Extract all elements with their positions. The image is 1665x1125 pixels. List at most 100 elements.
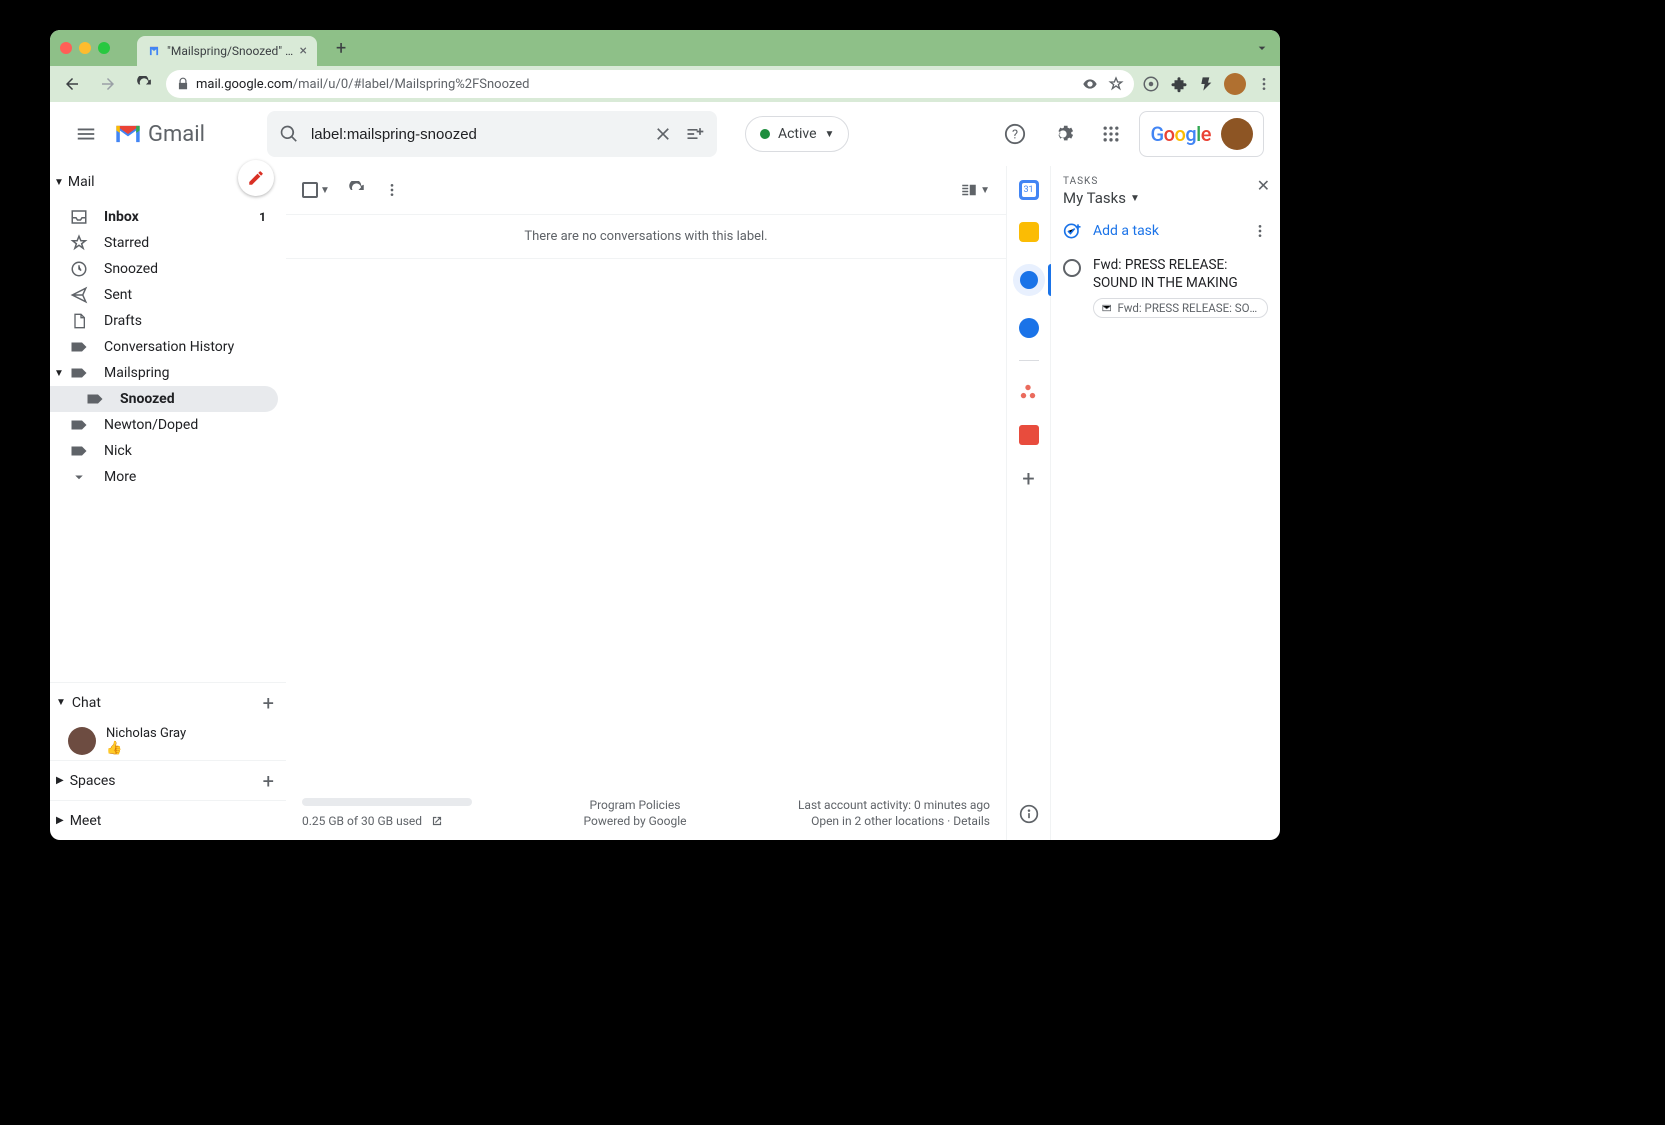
addon-icon-2[interactable]: [1019, 425, 1039, 445]
tasks-panel: TASKS My Tasks ▼ ✕ Add a task Fwd: PRESS…: [1050, 166, 1280, 840]
settings-button[interactable]: [1043, 114, 1083, 154]
new-chat-button[interactable]: +: [263, 691, 274, 715]
reload-button[interactable]: [130, 70, 158, 98]
browser-menu-icon[interactable]: [1256, 76, 1272, 92]
sidebar-section-meet[interactable]: ▶ Meet: [50, 800, 286, 840]
tab-close-icon[interactable]: ×: [300, 43, 307, 59]
eye-icon[interactable]: [1082, 76, 1098, 92]
inbox-icon: [70, 208, 88, 226]
account-switcher[interactable]: Google: [1139, 111, 1264, 157]
gmail-logo[interactable]: Gmail: [114, 122, 205, 147]
star-icon[interactable]: [1108, 76, 1124, 92]
program-policies-link[interactable]: Program Policies: [583, 798, 686, 812]
sidebar-item-newton-doped[interactable]: Newton/Doped: [50, 412, 278, 438]
open-link-icon[interactable]: [430, 814, 444, 828]
tasks-list-selector[interactable]: My Tasks ▼: [1063, 189, 1268, 207]
sidebar-item-inbox[interactable]: Inbox 1: [50, 204, 278, 230]
extension-icon-2[interactable]: [1198, 75, 1214, 93]
details-link[interactable]: Details: [953, 814, 990, 828]
task-complete-checkbox[interactable]: [1063, 259, 1081, 277]
task-item[interactable]: Fwd: PRESS RELEASE: SOUND IN THE MAKING …: [1051, 251, 1280, 324]
tasks-panel-label: TASKS: [1063, 176, 1268, 187]
tasks-app-icon[interactable]: [1013, 264, 1045, 296]
addon-icon-1[interactable]: [1019, 383, 1039, 403]
side-panel-info-icon[interactable]: [1019, 804, 1039, 824]
sidebar-item-sent[interactable]: Sent: [50, 282, 278, 308]
window-minimize-icon[interactable]: [79, 42, 91, 54]
keep-app-icon[interactable]: [1019, 222, 1039, 242]
user-avatar-icon[interactable]: [1221, 118, 1253, 150]
tab-title: "Mailspring/Snoozed" - andrew: [167, 44, 294, 58]
chevron-right-icon: ▶: [56, 815, 64, 826]
forward-button[interactable]: [94, 70, 122, 98]
search-icon: [279, 124, 299, 144]
clear-search-icon[interactable]: [653, 124, 673, 144]
apps-button[interactable]: [1091, 114, 1131, 154]
extensions-puzzle-icon[interactable]: [1170, 75, 1188, 93]
send-icon: [70, 286, 88, 304]
task-source-chip[interactable]: Fwd: PRESS RELEASE: SOUND IN …: [1093, 298, 1268, 318]
browser-toolbar: mail.google.com/mail/u/0/#label/Mailspri…: [50, 66, 1280, 102]
more-actions-button[interactable]: [384, 182, 400, 198]
url-text: mail.google.com/mail/u/0/#label/Mailspri…: [196, 77, 1076, 92]
powered-by-text: Powered by Google: [583, 814, 686, 828]
tabs-dropdown-icon[interactable]: [1254, 40, 1270, 56]
status-label: Active: [778, 126, 817, 142]
mail-toolbar: ▼ ▼: [286, 166, 1006, 214]
window-close-icon[interactable]: [60, 42, 72, 54]
sidebar-item-snoozed[interactable]: Snoozed: [50, 256, 278, 282]
sidebar-item-more[interactable]: More: [50, 464, 278, 490]
locations-text: Open in 2 other locations: [811, 814, 944, 828]
rail-divider: [1019, 360, 1039, 361]
chat-contact[interactable]: Nicholas Gray 👍: [50, 722, 286, 760]
sidebar-section-chat[interactable]: ▼ Chat +: [50, 682, 286, 722]
search-input[interactable]: [311, 126, 641, 143]
profile-avatar-icon[interactable]: [1224, 73, 1246, 95]
chevron-down-icon: [70, 468, 88, 486]
main-menu-button[interactable]: [66, 114, 106, 154]
sidebar-item-mailspring-snoozed[interactable]: Snoozed: [50, 386, 278, 412]
tasks-close-button[interactable]: ✕: [1257, 176, 1270, 195]
label-icon: [70, 340, 88, 354]
refresh-button[interactable]: [348, 181, 366, 199]
chevron-right-icon: ▶: [56, 775, 64, 786]
compose-button[interactable]: [238, 160, 274, 196]
new-tab-button[interactable]: +: [336, 38, 346, 59]
calendar-app-icon[interactable]: 31: [1019, 180, 1039, 200]
support-button[interactable]: ?: [995, 114, 1035, 154]
sidebar-section-spaces[interactable]: ▶ Spaces +: [50, 760, 286, 800]
google-logo-text: Google: [1150, 122, 1211, 146]
tasks-more-button[interactable]: [1252, 223, 1268, 239]
extension-icon-1[interactable]: [1142, 75, 1160, 93]
add-task-icon: [1063, 221, 1083, 241]
sidebar-item-conversation-history[interactable]: Conversation History: [50, 334, 278, 360]
chevron-down-icon: ▼: [980, 185, 990, 196]
mail-icon: [1102, 303, 1111, 313]
chevron-down-icon[interactable]: ▼: [54, 368, 64, 379]
sidebar-item-drafts[interactable]: Drafts: [50, 308, 278, 334]
extension-icons: [1082, 76, 1124, 92]
browser-tab[interactable]: "Mailspring/Snoozed" - andrew ×: [137, 36, 317, 66]
window-maximize-icon[interactable]: [98, 42, 110, 54]
status-chip[interactable]: Active ▼: [745, 116, 849, 152]
add-task-button[interactable]: Add a task: [1063, 221, 1242, 241]
chevron-down-icon: ▼: [56, 697, 66, 708]
select-all-checkbox[interactable]: ▼: [302, 182, 330, 198]
get-addons-button[interactable]: +: [1022, 467, 1034, 492]
contacts-app-icon[interactable]: [1019, 318, 1039, 338]
sidebar-item-starred[interactable]: Starred: [50, 230, 278, 256]
scrollbar[interactable]: [302, 798, 472, 806]
task-title: Fwd: PRESS RELEASE: SOUND IN THE MAKING: [1093, 257, 1268, 292]
pencil-icon: [247, 169, 265, 187]
mail-content: ▼ ▼ There are no conversations with this…: [286, 166, 1006, 840]
status-dot-icon: [760, 129, 770, 139]
sidebar-item-nick[interactable]: Nick: [50, 438, 278, 464]
back-button[interactable]: [58, 70, 86, 98]
split-pane-button[interactable]: ▼: [960, 181, 990, 199]
search-box[interactable]: [267, 111, 717, 157]
chevron-down-icon[interactable]: ▼: [320, 185, 330, 196]
address-bar[interactable]: mail.google.com/mail/u/0/#label/Mailspri…: [166, 70, 1134, 98]
sidebar-item-mailspring[interactable]: ▼ Mailspring: [50, 360, 278, 386]
new-space-button[interactable]: +: [263, 769, 274, 793]
search-options-icon[interactable]: [685, 124, 705, 144]
